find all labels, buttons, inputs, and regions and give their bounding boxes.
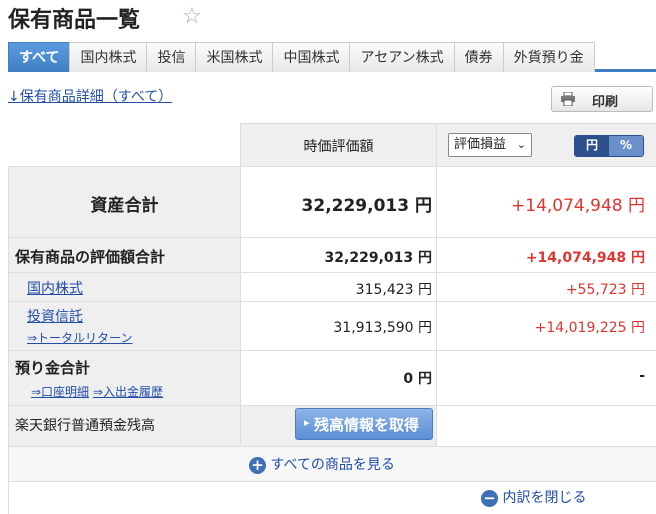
holdings-total-label: 保有商品の評価額合計	[15, 248, 166, 266]
total-assets-label: 資産合計	[90, 196, 159, 216]
caret-right-icon: ▸	[304, 416, 310, 429]
holdings-total-profit: +14,074,948 円	[525, 250, 645, 266]
investment-trusts-profit: +14,019,225 円	[534, 320, 645, 336]
printer-icon	[561, 92, 575, 106]
print-button[interactable]: 印刷	[551, 86, 653, 112]
domestic-stocks-profit: +55,723 円	[565, 282, 645, 298]
toggle-yen[interactable]: 円	[575, 136, 609, 156]
investment-trusts-value: 31,913,590 円	[333, 320, 432, 336]
deposit-history-link[interactable]: ⇒入出金履歴	[93, 385, 163, 399]
holdings-total-value: 32,229,013 円	[324, 250, 432, 266]
plus-icon: +	[249, 456, 266, 474]
unit-toggle[interactable]: 円 %	[574, 135, 644, 157]
holdings-detail-link[interactable]: ↓保有商品詳細（すべて）	[8, 86, 172, 106]
bank-balance-label: 楽天銀行普通預金残高	[15, 418, 155, 434]
total-assets-profit-cell: +14,074,948 円	[436, 166, 656, 238]
tab-bonds[interactable]: 債券	[453, 42, 504, 72]
deposit-total-value: 0 円	[403, 371, 432, 387]
star-icon[interactable]: ☆	[182, 4, 202, 29]
show-all-row: + すべての商品を見る	[8, 446, 656, 482]
tab-asean-stocks[interactable]: アセアン株式	[349, 42, 455, 72]
fetch-balance-button[interactable]: ▸ 残高情報を取得	[295, 408, 433, 440]
minus-icon: −	[481, 489, 498, 507]
total-assets-value: 32,229,013 円	[301, 196, 432, 216]
page-title: 保有商品一覧	[8, 8, 141, 33]
tab-bar: すべて 国内株式 投信 米国株式 中国株式 アセアン株式 債券 外貨預り金	[8, 42, 656, 72]
deposit-total-profit: -	[639, 368, 645, 384]
tab-china-stocks[interactable]: 中国株式	[272, 42, 351, 72]
total-assets-value-cell: 32,229,013 円	[240, 166, 437, 238]
print-label: 印刷	[592, 95, 619, 110]
tab-funds[interactable]: 投信	[146, 42, 197, 72]
market-value-header: 時価評価額	[240, 123, 437, 167]
account-details-link[interactable]: ⇒口座明細	[31, 385, 89, 399]
domestic-stocks-value: 315,423 円	[355, 282, 432, 298]
tab-us-stocks[interactable]: 米国株式	[195, 42, 274, 72]
toggle-percent[interactable]: %	[609, 136, 643, 156]
show-all-link[interactable]: + すべての商品を見る	[249, 454, 395, 474]
deposit-total-label: 預り金合計	[15, 359, 91, 377]
total-return-link[interactable]: ⇒トータルリターン	[27, 329, 132, 346]
chevron-down-icon: ⌄	[516, 138, 526, 151]
tab-all[interactable]: すべて	[8, 42, 71, 72]
total-assets-label-cell: 資産合計	[8, 166, 241, 238]
close-breakdown-link[interactable]: − 内訳を閉じる	[481, 487, 586, 507]
total-assets-profit: +14,074,948 円	[511, 196, 645, 216]
investment-trusts-link[interactable]: 投資信託	[27, 306, 83, 326]
tab-foreign-deposit[interactable]: 外貨預り金	[502, 42, 595, 72]
domestic-stocks-link[interactable]: 国内株式	[27, 278, 83, 298]
profit-type-select[interactable]: 評価損益 ⌄	[448, 133, 532, 157]
tab-domestic-stocks[interactable]: 国内株式	[69, 42, 148, 72]
